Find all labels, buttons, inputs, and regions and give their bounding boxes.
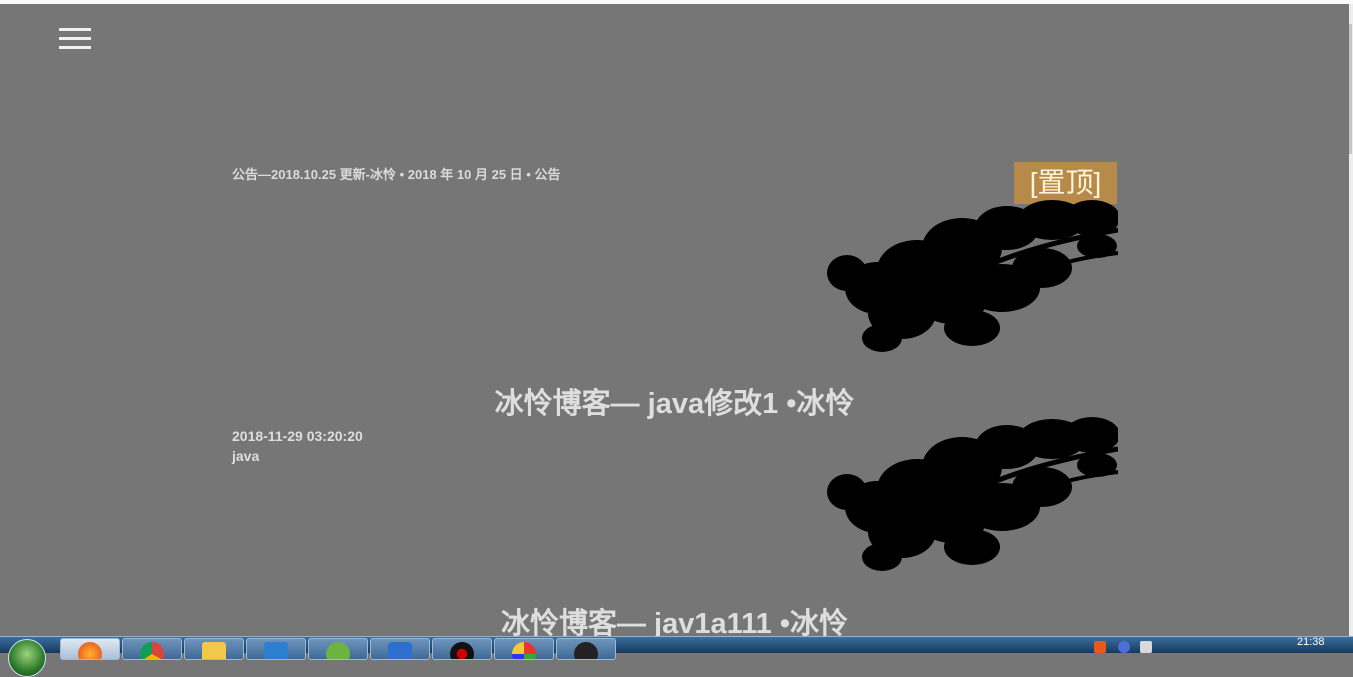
taskbar-spring[interactable]	[308, 638, 368, 660]
file-explorer-icon	[202, 642, 226, 659]
taskbar: 21:38	[0, 636, 1353, 677]
tray-app-icon[interactable]	[1118, 641, 1130, 653]
recorder-icon	[450, 642, 474, 659]
taskbar-avatar[interactable]	[556, 638, 616, 660]
app-icon	[388, 642, 412, 659]
spring-icon	[326, 642, 350, 659]
avatar-icon	[574, 642, 598, 659]
html5-icon[interactable]	[1094, 641, 1106, 653]
taskbar-explorer[interactable]	[184, 638, 244, 660]
clock[interactable]: 21:38	[1297, 636, 1325, 648]
hamburger-menu-icon[interactable]	[58, 28, 92, 54]
tree-branch-image	[827, 417, 1118, 571]
scrollbar-thumb[interactable]	[1349, 24, 1352, 154]
office-icon	[512, 642, 536, 659]
taskbar-recorder[interactable]	[432, 638, 492, 660]
taskbar-office[interactable]	[494, 638, 554, 660]
firefox-icon	[78, 642, 102, 659]
taskbar-chrome[interactable]	[122, 638, 182, 660]
tree-branch-image	[827, 200, 1118, 352]
taskbar-app[interactable]	[370, 638, 430, 660]
window-top-edge	[0, 0, 1353, 4]
vscode-icon	[264, 642, 288, 659]
menu-bar	[59, 28, 91, 31]
vertical-scrollbar[interactable]	[1349, 4, 1353, 636]
taskbar-vscode[interactable]	[246, 638, 306, 660]
chrome-icon	[140, 642, 164, 659]
menu-bar	[59, 37, 91, 40]
network-icon[interactable]	[1140, 641, 1152, 653]
notice-meta[interactable]: 公告—2018.10.25 更新-冰怜 • 2018 年 10 月 25 日 •…	[232, 164, 560, 183]
post-date: 2018-11-29 03:20:20	[232, 428, 363, 444]
start-button[interactable]	[8, 639, 46, 677]
taskbar-firefox[interactable]	[60, 638, 120, 660]
menu-bar	[59, 46, 91, 49]
post-title[interactable]: 冰怜博客— java修改1 •冰怜	[0, 380, 1349, 422]
post-category[interactable]: java	[232, 448, 259, 464]
